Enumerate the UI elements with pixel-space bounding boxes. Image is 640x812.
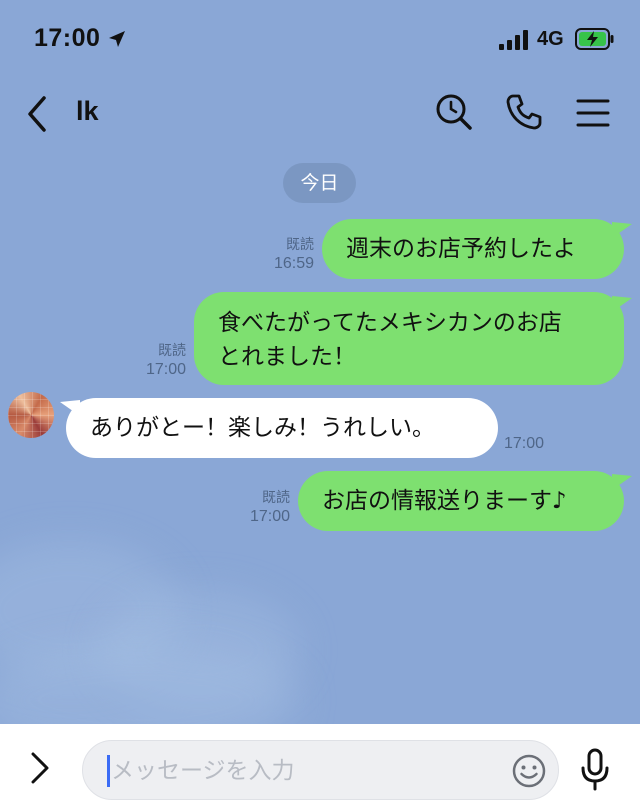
outgoing-message-bubble[interactable]: 週末のお店予約したよ	[322, 219, 624, 279]
date-separator: 今日	[283, 163, 356, 203]
message-text-line: とれました！	[218, 344, 356, 370]
text-caret	[107, 755, 110, 787]
read-receipt: 既読	[158, 342, 186, 358]
message-text: お店の情報送りまーす♪	[322, 488, 567, 514]
status-time: 17:00	[34, 24, 101, 52]
message-time: 17:00	[504, 435, 545, 452]
message-time: 17:00	[145, 361, 186, 378]
incoming-message-bubble[interactable]: ありがとー！楽しみ！うれしい。	[66, 398, 498, 458]
menu-icon[interactable]	[574, 96, 612, 130]
message-text: 週末のお店予約したよ	[346, 236, 576, 262]
chat-header: lk	[0, 80, 640, 150]
outgoing-message-bubble[interactable]: 食べたがってたメキシカンのお店 とれました！	[194, 292, 624, 385]
message-input[interactable]	[111, 741, 491, 801]
battery-charging-icon	[575, 28, 614, 50]
message-text: ありがとー！楽しみ！うれしい。	[90, 415, 435, 441]
network-type: 4G	[537, 28, 564, 50]
chat-title: lk	[76, 96, 99, 126]
expand-chevron-icon[interactable]	[28, 750, 52, 786]
emoji-smile-icon[interactable]	[511, 753, 547, 789]
message-input-container[interactable]	[82, 740, 559, 801]
message-meta: 既読 16:59	[256, 234, 314, 274]
bubble-tail	[612, 296, 632, 312]
read-receipt: 既読	[262, 489, 290, 505]
status-bar: 17:00 4G	[0, 0, 640, 80]
read-receipt: 既読	[286, 236, 314, 252]
message-time: 17:00	[249, 508, 290, 525]
microphone-icon[interactable]	[578, 748, 612, 792]
message-text-line: 食べたがってたメキシカンのお店	[218, 310, 562, 336]
bubble-tail	[612, 474, 632, 490]
message-meta: 17:00	[504, 434, 554, 454]
bubble-tail	[612, 222, 632, 238]
message-meta: 既読 17:00	[128, 340, 186, 380]
search-icon[interactable]	[434, 92, 474, 132]
outgoing-message-bubble[interactable]: お店の情報送りまーす♪	[298, 471, 624, 531]
back-chevron-icon[interactable]	[22, 94, 52, 134]
contact-avatar[interactable]	[8, 392, 54, 438]
signal-bars-icon	[499, 30, 528, 50]
message-input-bar	[0, 724, 640, 812]
message-meta: 既読 17:00	[232, 487, 290, 527]
phone-icon[interactable]	[504, 92, 544, 132]
message-time: 16:59	[273, 255, 314, 272]
location-arrow-icon	[109, 31, 125, 47]
